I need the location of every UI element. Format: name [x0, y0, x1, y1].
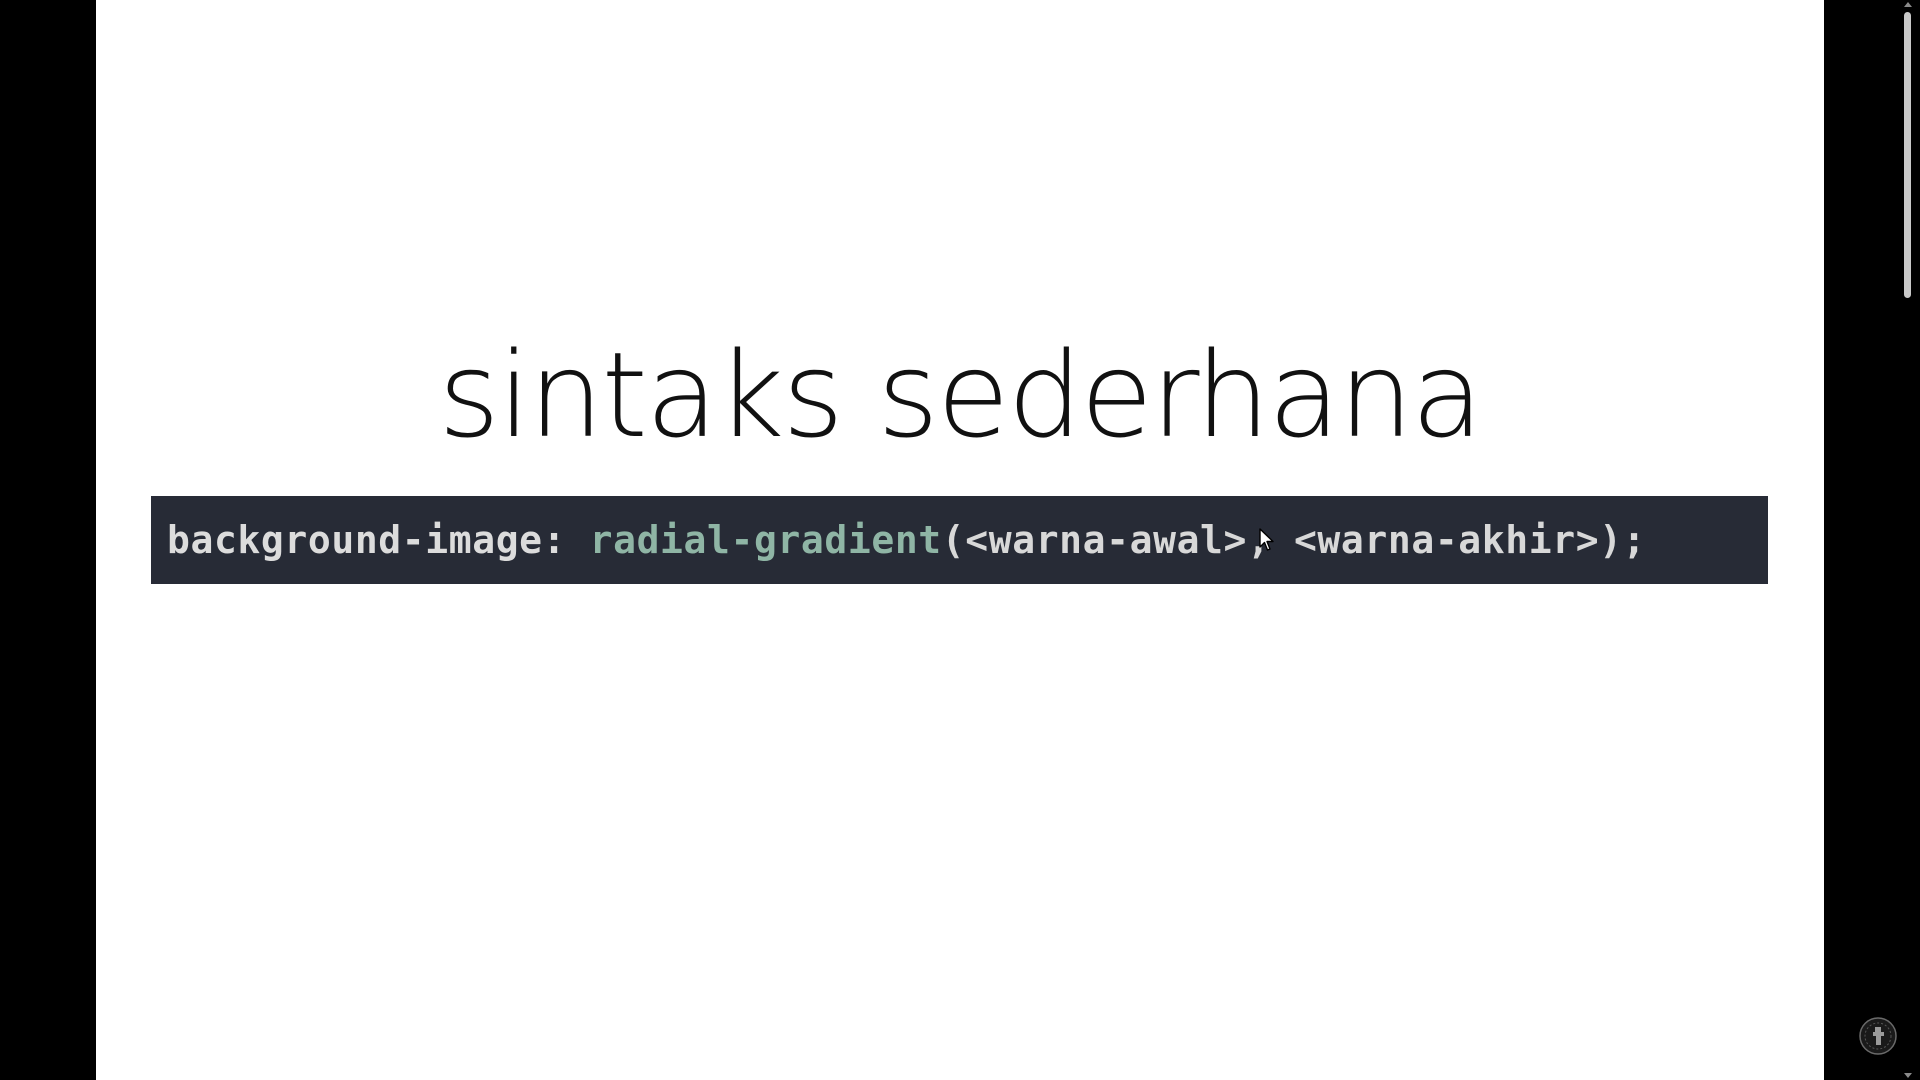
- mouse-pointer-icon: [1259, 528, 1274, 551]
- code-close: );: [1599, 518, 1647, 562]
- code-block: background-image: radial-gradient(<warna…: [151, 496, 1768, 584]
- scroll-up-arrow-icon[interactable]: [1904, 2, 1912, 7]
- watermark-badge-icon: [1859, 1017, 1897, 1055]
- slide-title: sintaks sederhana: [438, 326, 1483, 464]
- vertical-scrollbar[interactable]: [1896, 0, 1920, 1080]
- scrollbar-thumb[interactable]: [1904, 12, 1911, 298]
- code-open-paren: (: [941, 518, 966, 562]
- code-arguments: <warna-awal>, <warna-akhir>: [965, 518, 1600, 562]
- code-line: background-image: radial-gradient(<warna…: [167, 518, 1646, 562]
- presentation-slide: sintaks sederhana background-image: radi…: [96, 0, 1824, 1080]
- code-function: radial-gradient: [589, 518, 942, 562]
- code-property: background-image:: [167, 518, 567, 562]
- viewport: sintaks sederhana background-image: radi…: [0, 0, 1920, 1080]
- scroll-down-arrow-icon[interactable]: [1904, 1073, 1912, 1078]
